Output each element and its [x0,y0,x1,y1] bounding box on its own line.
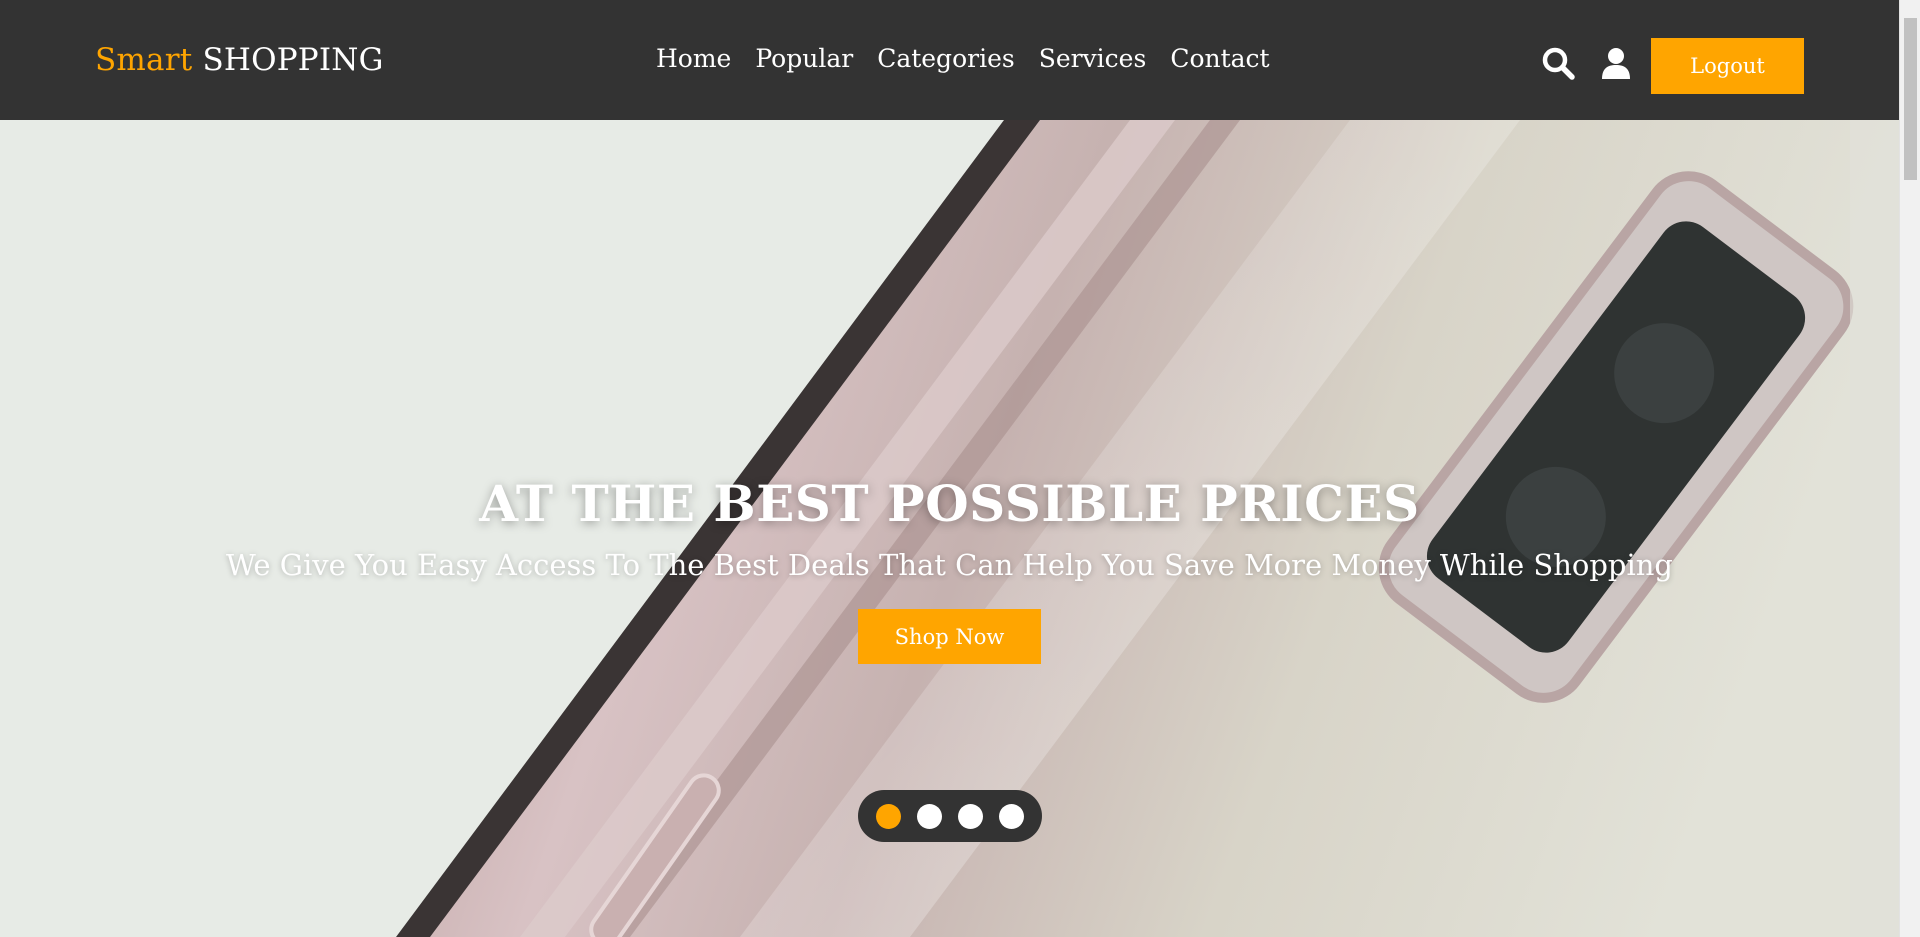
viewport: Smart SHOPPING Home Popular Categories S… [0,0,1899,937]
scrollbar-thumb[interactable] [1904,18,1917,180]
nav-contact[interactable]: Contact [1170,44,1269,73]
page-scrollbar[interactable] [1899,0,1920,937]
site-logo[interactable]: Smart SHOPPING [95,42,384,78]
search-icon[interactable] [1541,46,1575,80]
slider-dots [858,790,1042,842]
hero-title: AT THE BEST POSSIBLE PRICES [479,474,1420,533]
logo-rest-word: SHOPPING [192,42,384,78]
nav-popular[interactable]: Popular [755,44,853,73]
slider-dot-4[interactable] [999,803,1024,829]
nav-home[interactable]: Home [656,44,731,73]
logo-accent-word: Smart [95,42,193,78]
slider-dot-3[interactable] [958,803,983,829]
nav-services[interactable]: Services [1039,44,1147,73]
slider-dot-1[interactable] [876,803,901,829]
shop-now-button[interactable]: Shop Now [858,609,1041,664]
main-nav: Home Popular Categories Services Contact [656,44,1270,73]
site-header: Smart SHOPPING Home Popular Categories S… [0,0,1899,120]
hero-slider: AT THE BEST POSSIBLE PRICES We Give You … [0,120,1899,937]
user-icon[interactable] [1599,46,1633,80]
hero-subtitle: We Give You Easy Access To The Best Deal… [225,548,1673,582]
nav-categories[interactable]: Categories [877,44,1015,73]
slider-dot-2[interactable] [917,803,942,829]
logout-button[interactable]: Logout [1651,38,1804,94]
